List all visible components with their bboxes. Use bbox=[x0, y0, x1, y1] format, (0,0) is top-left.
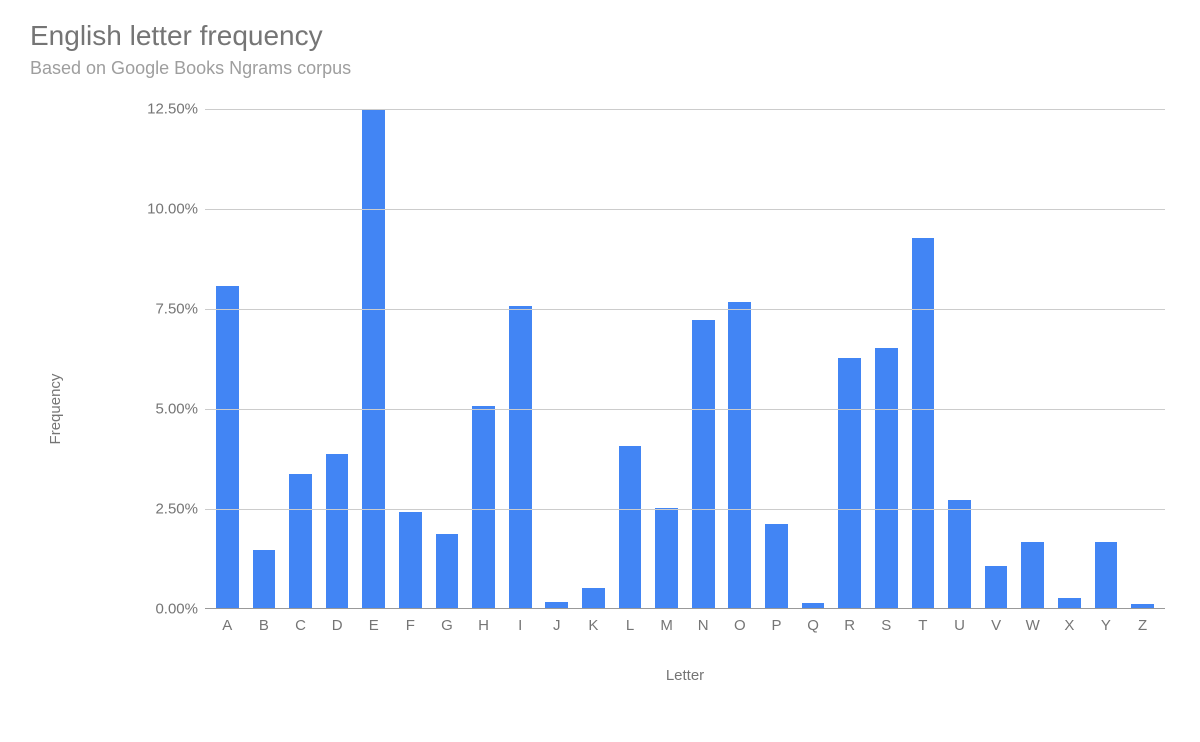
bar bbox=[362, 110, 385, 608]
bar-slot: X bbox=[1051, 109, 1088, 608]
x-tick-label: U bbox=[941, 617, 978, 634]
bar bbox=[1058, 598, 1081, 608]
bar-slot: R bbox=[831, 109, 868, 608]
y-tick-label: 2.50% bbox=[118, 501, 198, 518]
x-tick-label: X bbox=[1051, 617, 1088, 634]
bars-container: ABCDEFGHIJKLMNOPQRSTUVWXYZ bbox=[205, 109, 1165, 608]
x-tick-label: Q bbox=[795, 617, 832, 634]
bar bbox=[216, 286, 239, 608]
x-tick-label: G bbox=[429, 617, 466, 634]
bar-slot: Z bbox=[1124, 109, 1161, 608]
bar-slot: C bbox=[282, 109, 319, 608]
bar-slot: W bbox=[1014, 109, 1051, 608]
x-tick-label: M bbox=[648, 617, 685, 634]
bar bbox=[875, 348, 898, 608]
gridline bbox=[205, 209, 1165, 210]
x-tick-label: C bbox=[282, 617, 319, 634]
chart-subtitle: Based on Google Books Ngrams corpus bbox=[30, 58, 1170, 79]
bar bbox=[985, 566, 1008, 608]
bar bbox=[912, 238, 935, 608]
bar-slot: I bbox=[502, 109, 539, 608]
bar-slot: D bbox=[319, 109, 356, 608]
chart-area: Frequency ABCDEFGHIJKLMNOPQRSTUVWXYZ Let… bbox=[30, 99, 1170, 719]
chart-title: English letter frequency bbox=[30, 20, 1170, 52]
bar-slot: A bbox=[209, 109, 246, 608]
x-axis-label: Letter bbox=[205, 667, 1165, 684]
bar-slot: G bbox=[429, 109, 466, 608]
x-tick-label: A bbox=[209, 617, 246, 634]
x-tick-label: Z bbox=[1124, 617, 1161, 634]
gridline bbox=[205, 409, 1165, 410]
bar bbox=[655, 508, 678, 608]
bar-slot: H bbox=[465, 109, 502, 608]
bar-slot: S bbox=[868, 109, 905, 608]
bar-slot: Y bbox=[1088, 109, 1125, 608]
bar bbox=[1095, 542, 1118, 608]
bar-slot: O bbox=[722, 109, 759, 608]
bar bbox=[582, 588, 605, 608]
bar bbox=[838, 358, 861, 608]
bar bbox=[1131, 604, 1154, 608]
gridline bbox=[205, 309, 1165, 310]
y-tick-label: 10.00% bbox=[118, 201, 198, 218]
x-tick-label: W bbox=[1014, 617, 1051, 634]
plot-region: ABCDEFGHIJKLMNOPQRSTUVWXYZ bbox=[205, 109, 1165, 609]
bar bbox=[802, 603, 825, 608]
bar-slot: T bbox=[905, 109, 942, 608]
x-tick-label: O bbox=[722, 617, 759, 634]
bar bbox=[436, 534, 459, 608]
bar bbox=[472, 406, 495, 608]
gridline bbox=[205, 509, 1165, 510]
bar-slot: N bbox=[685, 109, 722, 608]
bar bbox=[728, 302, 751, 608]
bar bbox=[253, 550, 276, 608]
x-tick-label: K bbox=[575, 617, 612, 634]
x-tick-label: H bbox=[465, 617, 502, 634]
y-tick-label: 12.50% bbox=[118, 101, 198, 118]
bar-slot: F bbox=[392, 109, 429, 608]
bar-slot: E bbox=[355, 109, 392, 608]
x-tick-label: P bbox=[758, 617, 795, 634]
x-tick-label: J bbox=[538, 617, 575, 634]
bar-slot: L bbox=[612, 109, 649, 608]
bar bbox=[289, 474, 312, 608]
bar bbox=[509, 306, 532, 608]
x-tick-label: S bbox=[868, 617, 905, 634]
bar bbox=[545, 602, 568, 608]
bar bbox=[326, 454, 349, 608]
bar bbox=[765, 524, 788, 608]
bar-slot: Q bbox=[795, 109, 832, 608]
gridline bbox=[205, 109, 1165, 110]
x-tick-label: L bbox=[612, 617, 649, 634]
bar-slot: M bbox=[648, 109, 685, 608]
x-tick-label: E bbox=[355, 617, 392, 634]
bar bbox=[948, 500, 971, 608]
x-tick-label: T bbox=[905, 617, 942, 634]
bar bbox=[619, 446, 642, 608]
bar bbox=[1021, 542, 1044, 608]
bar-slot: U bbox=[941, 109, 978, 608]
x-tick-label: D bbox=[319, 617, 356, 634]
x-tick-label: V bbox=[978, 617, 1015, 634]
x-tick-label: Y bbox=[1088, 617, 1125, 634]
bar-slot: V bbox=[978, 109, 1015, 608]
x-tick-label: R bbox=[831, 617, 868, 634]
bar bbox=[399, 512, 422, 608]
y-axis-label: Frequency bbox=[47, 374, 64, 445]
bar-slot: J bbox=[538, 109, 575, 608]
x-tick-label: N bbox=[685, 617, 722, 634]
y-tick-label: 7.50% bbox=[118, 301, 198, 318]
x-tick-label: I bbox=[502, 617, 539, 634]
bar-slot: P bbox=[758, 109, 795, 608]
y-tick-label: 0.00% bbox=[118, 601, 198, 618]
x-tick-label: B bbox=[246, 617, 283, 634]
bar-slot: B bbox=[246, 109, 283, 608]
y-tick-label: 5.00% bbox=[118, 401, 198, 418]
bar bbox=[692, 320, 715, 608]
x-tick-label: F bbox=[392, 617, 429, 634]
bar-slot: K bbox=[575, 109, 612, 608]
